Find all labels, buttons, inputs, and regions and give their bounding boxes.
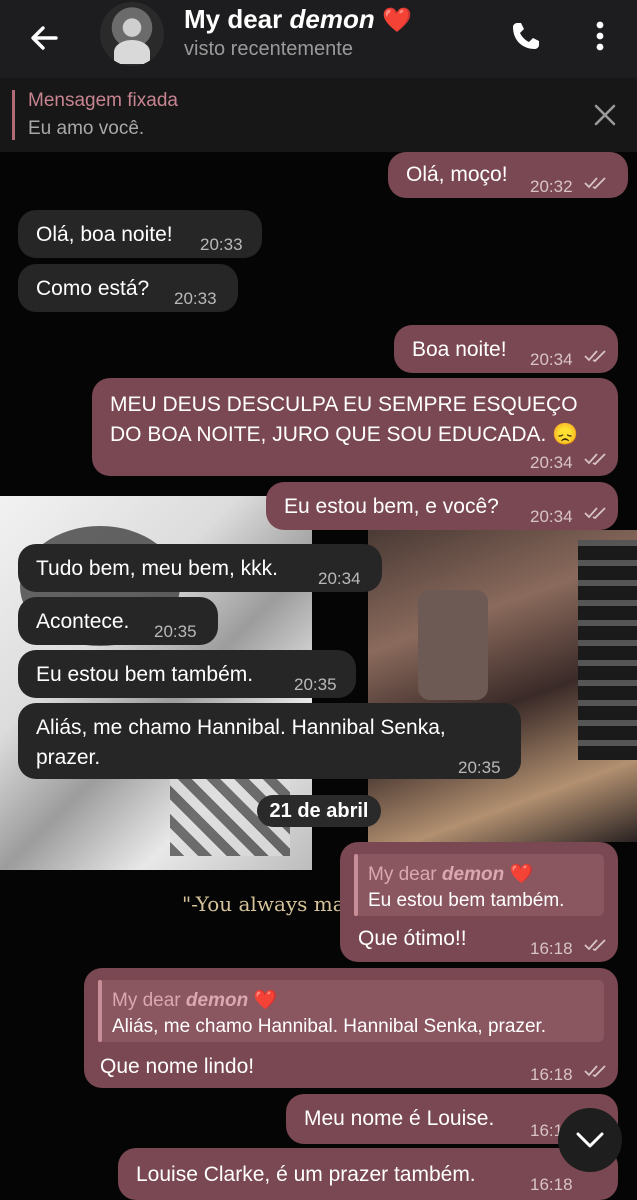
phone-icon[interactable]: [508, 18, 544, 54]
message-text-line1: MEU DEUS DESCULPA EU SEMPRE ESQUEÇO: [110, 393, 578, 416]
message-outgoing[interactable]: Olá, moço! 20:32: [388, 152, 628, 198]
message-time: 20:35: [154, 622, 197, 641]
message-time: 20:34: [530, 350, 573, 369]
wallpaper-photo-right: [368, 530, 637, 842]
message-time: 20:35: [294, 675, 337, 694]
message-incoming[interactable]: Eu estou bem também. 20:35: [18, 650, 356, 698]
chevron-down-icon: [576, 1132, 604, 1148]
pinned-text: Eu amo você.: [28, 118, 145, 139]
message-outgoing[interactable]: Louise Clarke, é um prazer também. 16:18: [118, 1148, 618, 1200]
heart-emoji: ❤️: [509, 864, 534, 885]
message-text: Que ótimo!!: [358, 927, 467, 950]
message-outgoing[interactable]: MEU DEUS DESCULPA EU SEMPRE ESQUEÇO DO B…: [92, 378, 618, 476]
message-time: 20:33: [200, 235, 243, 254]
message-text: Eu estou bem, e você?: [284, 495, 499, 518]
chat-title-prefix: My dear: [184, 4, 290, 34]
message-time: 20:34: [530, 507, 573, 526]
message-time: 20:35: [458, 758, 501, 777]
message-text: Eu estou bem também.: [36, 663, 254, 686]
message-incoming[interactable]: Acontece. 20:35: [18, 597, 218, 645]
quoted-message[interactable]: My dear demon ❤️ Aliás, me chamo Hanniba…: [98, 980, 604, 1042]
quoted-text: Aliás, me chamo Hannibal. Hannibal Senka…: [112, 1016, 547, 1037]
message-text: Tudo bem, meu bem, kkk.: [36, 557, 278, 580]
message-text: Olá, boa noite!: [36, 223, 173, 246]
message-time: 16:18: [530, 939, 573, 958]
chat-header: My dear demon ❤️ visto recentemente: [0, 0, 637, 78]
message-text: Louise Clarke, é um prazer também.: [136, 1163, 476, 1186]
message-text-line2: prazer.: [36, 746, 101, 769]
avatar[interactable]: [100, 2, 164, 66]
chat-title-emphasis: demon: [289, 4, 375, 34]
message-time: 16:18: [530, 1065, 573, 1084]
message-text-line1: Aliás, me chamo Hannibal. Hannibal Senka…: [36, 716, 446, 739]
heart-emoji: ❤️: [253, 990, 278, 1011]
back-arrow-icon[interactable]: [26, 20, 62, 56]
quote-accent-bar: [354, 854, 358, 916]
quoted-sender-prefix: My dear: [112, 990, 186, 1011]
message-time: 20:33: [174, 289, 217, 308]
chat-status: visto recentemente: [184, 38, 353, 60]
quote-accent-bar: [98, 980, 102, 1042]
scroll-down-button[interactable]: [558, 1108, 622, 1172]
message-incoming[interactable]: Olá, boa noite! 20:33: [18, 210, 262, 258]
message-incoming[interactable]: Aliás, me chamo Hannibal. Hannibal Senka…: [18, 703, 521, 779]
pinned-accent-bar: [12, 90, 15, 140]
message-text: Boa noite!: [412, 338, 507, 361]
heart-emoji: ❤️: [381, 7, 412, 34]
message-time: 20:32: [530, 177, 573, 196]
message-outgoing[interactable]: Eu estou bem, e você? 20:34: [266, 482, 618, 530]
quoted-sender-prefix: My dear: [368, 864, 442, 885]
quoted-text: Eu estou bem também.: [368, 890, 565, 911]
message-outgoing[interactable]: Boa noite! 20:34: [394, 325, 618, 373]
message-text: Que nome lindo!: [100, 1055, 255, 1078]
message-time: 20:34: [318, 569, 361, 588]
pinned-message-bar[interactable]: Mensagem fixada Eu amo você.: [0, 78, 637, 152]
message-text: Como está?: [36, 277, 150, 300]
read-check-icon: [584, 1065, 606, 1078]
quoted-sender-emphasis: demon: [441, 864, 505, 885]
read-check-icon: [584, 507, 606, 520]
quoted-sender-emphasis: demon: [185, 990, 249, 1011]
chat-title[interactable]: My dear demon ❤️: [184, 4, 412, 35]
message-incoming[interactable]: Tudo bem, meu bem, kkk. 20:34: [18, 544, 382, 592]
close-icon[interactable]: [592, 102, 618, 128]
message-text: Olá, moço!: [406, 163, 508, 186]
message-text: Meu nome é Louise.: [304, 1107, 495, 1130]
message-outgoing-reply[interactable]: My dear demon ❤️ Aliás, me chamo Hanniba…: [84, 968, 618, 1088]
pinned-label: Mensagem fixada: [28, 90, 178, 111]
read-check-icon: [584, 177, 606, 190]
read-check-icon: [584, 453, 606, 466]
message-time: 16:18: [530, 1175, 573, 1194]
quoted-message[interactable]: My dear demon ❤️ Eu estou bem também.: [354, 854, 604, 916]
message-incoming[interactable]: Como está? 20:33: [18, 264, 238, 312]
date-separator: 21 de abril: [257, 795, 381, 827]
read-check-icon: [584, 350, 606, 363]
message-outgoing-reply[interactable]: My dear demon ❤️ Eu estou bem também. Qu…: [340, 842, 618, 962]
message-text-line2: DO BOA NOITE, JURO QUE SOU EDUCADA. 😞: [110, 423, 579, 446]
message-text: Acontece.: [36, 610, 130, 633]
more-options-icon[interactable]: [588, 18, 612, 54]
message-time: 20:34: [530, 453, 573, 472]
read-check-icon: [584, 939, 606, 952]
wallpaper-quote: "-You always ma: [182, 892, 345, 916]
